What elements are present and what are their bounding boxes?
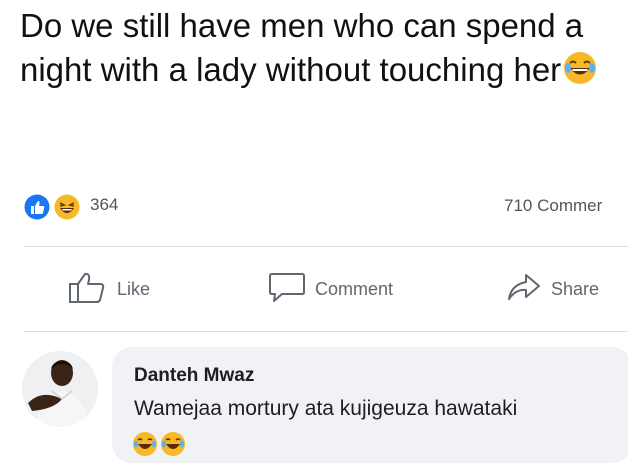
laughing-emoji-icon — [160, 431, 186, 462]
reaction-count[interactable]: 364 — [90, 195, 118, 215]
post-text: Do we still have men who can spend a nig… — [20, 4, 620, 96]
reactions-summary[interactable]: 364 710 Commer — [24, 192, 624, 220]
haha-reaction-icon — [54, 194, 80, 225]
commenter-name[interactable]: Danteh Mwaz — [134, 365, 254, 387]
share-label: Share — [551, 278, 600, 299]
comment-bubble: Danteh Mwaz Wamejaa mortury ata kujigeuz… — [112, 347, 628, 463]
share-arrow-icon — [506, 271, 542, 308]
comment-text: Wamejaa mortury ata kujigeuza hawataki — [134, 397, 518, 420]
post-body: Do we still have men who can spend a nig… — [20, 7, 584, 88]
avatar[interactable] — [22, 351, 98, 427]
divider — [24, 246, 628, 247]
comment-label: Comment — [315, 278, 394, 299]
comment-emojis — [132, 431, 186, 462]
avatar-photo — [22, 351, 98, 427]
like-reaction-icon — [24, 194, 50, 225]
like-label: Like — [117, 278, 151, 299]
post-actions-bar: Like Comment Share — [0, 264, 628, 314]
comment-item: Danteh Mwaz Wamejaa mortury ata kujigeuz… — [0, 345, 628, 469]
laughing-emoji-icon — [132, 431, 158, 462]
laughing-emoji-icon — [563, 51, 597, 96]
comments-count[interactable]: 710 Commer — [504, 196, 624, 216]
speech-bubble-icon — [268, 270, 306, 309]
comment-button[interactable]: Comment — [268, 272, 393, 306]
like-button[interactable]: Like — [68, 272, 150, 306]
thumbs-up-icon — [68, 270, 108, 309]
share-button[interactable]: Share — [506, 272, 599, 306]
divider — [24, 331, 628, 332]
